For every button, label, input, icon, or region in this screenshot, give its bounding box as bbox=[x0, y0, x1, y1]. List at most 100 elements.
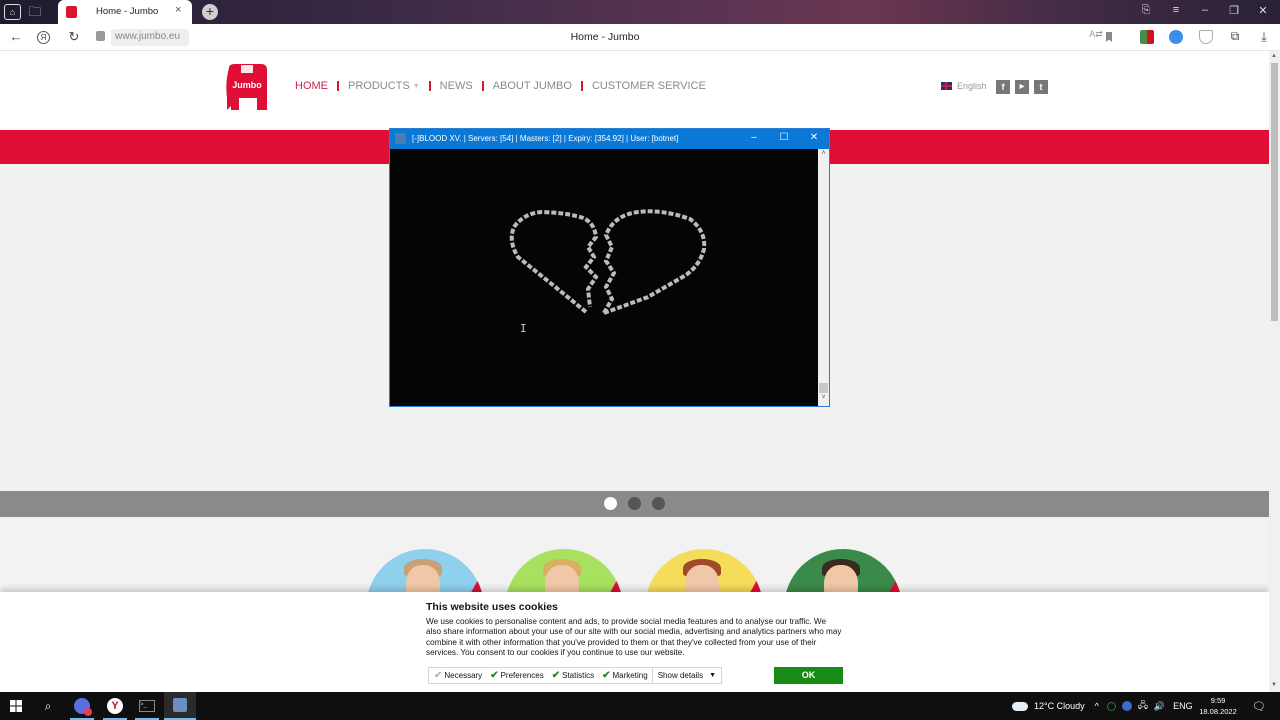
search-extension-icon[interactable] bbox=[1169, 30, 1183, 44]
windows-icon bbox=[10, 700, 22, 712]
new-tab-button[interactable]: + bbox=[202, 4, 218, 20]
carousel-dot-3[interactable] bbox=[652, 497, 665, 510]
language-selector[interactable]: English bbox=[941, 81, 987, 91]
restore-button[interactable]: ❐ bbox=[1224, 4, 1244, 17]
bookmarks-panel-icon[interactable]: ⎘ bbox=[1136, 4, 1156, 17]
checkbox-necessary: ✔ Necessary bbox=[434, 670, 482, 681]
nav-products[interactable]: PRODUCTS bbox=[348, 80, 410, 92]
page-scrollbar[interactable]: ▲ ▼ bbox=[1269, 51, 1280, 692]
collections-icon[interactable]: ⧉ bbox=[1227, 29, 1243, 44]
weather-label[interactable]: 12°C Cloudy bbox=[1034, 701, 1085, 711]
checkmark-icon: ✔ bbox=[490, 670, 499, 681]
logo-text: Jumbo bbox=[232, 80, 262, 90]
language-label: English bbox=[957, 81, 987, 91]
search-icon[interactable]: ⌕ bbox=[32, 692, 64, 720]
checkbox-label: Marketing bbox=[612, 671, 648, 680]
site-header: Jumbo HOME PRODUCTS ▼ NEWS ABOUT JUMBO C… bbox=[0, 51, 1269, 130]
menu-icon[interactable]: ≡ bbox=[1166, 4, 1186, 16]
checkmark-icon: ✔ bbox=[602, 670, 611, 681]
language-indicator[interactable]: ENG bbox=[1173, 701, 1193, 711]
scrollbar-thumb[interactable] bbox=[819, 383, 828, 393]
checkbox-marketing[interactable]: ✔ Marketing bbox=[602, 670, 648, 681]
taskbar-app-terminal[interactable]: >_ bbox=[131, 692, 163, 720]
twitter-icon[interactable]: t bbox=[1034, 80, 1048, 94]
terminal-icon: >_ bbox=[139, 700, 155, 712]
nav-news[interactable]: NEWS bbox=[440, 80, 473, 92]
console-title: [-]BLOOD XV. | Servers: [54] | Masters: … bbox=[412, 134, 679, 143]
clock[interactable]: 9:59 18.08.2022 bbox=[1198, 695, 1238, 717]
console-maximize-button[interactable]: ☐ bbox=[777, 132, 791, 143]
checkbox-label: Statistics bbox=[562, 671, 595, 680]
checkbox-label: Preferences bbox=[500, 671, 544, 680]
console-app-icon bbox=[395, 133, 406, 144]
page-title: Home - Jumbo bbox=[570, 31, 640, 43]
tray-app-icon[interactable] bbox=[1106, 701, 1116, 711]
checkbox-statistics[interactable]: ✔ Statistics bbox=[552, 670, 594, 681]
nav-customer-service[interactable]: CUSTOMER SERVICE bbox=[592, 80, 706, 92]
console-scrollbar[interactable]: ˄ ˅ bbox=[818, 149, 829, 406]
nav-separator bbox=[481, 81, 484, 91]
taskbar: ⌕ Y >_ 12°C Cloudy ^ 🖧 🔊 ENG 9:59 18.08.… bbox=[0, 692, 1280, 720]
shield-icon[interactable] bbox=[1199, 30, 1213, 44]
nav-home[interactable]: HOME bbox=[295, 80, 328, 92]
cookie-text: We use cookies to personalise content an… bbox=[426, 617, 842, 658]
scroll-up-icon[interactable]: ▲ bbox=[1271, 53, 1277, 59]
facebook-icon[interactable]: f bbox=[996, 80, 1010, 94]
left-heart-half bbox=[509, 209, 599, 314]
browser-tab-strip: ⌂ 🗀 Home - Jumbo × + ⎘ ≡ – ❐ ✕ bbox=[0, 0, 1280, 24]
taskbar-app-yandex[interactable]: Y bbox=[99, 692, 131, 720]
scroll-down-icon[interactable]: ˅ bbox=[819, 394, 828, 401]
yandex-icon: Y bbox=[107, 698, 123, 714]
text-cursor-icon: I bbox=[520, 322, 527, 335]
address-bar-row: ← Я ↻ www.jumbo.eu Home - Jumbo A⇄ ⧉ ⤓ bbox=[0, 24, 1280, 51]
console-window: [-]BLOOD XV. | Servers: [54] | Masters: … bbox=[389, 128, 830, 407]
cookie-consent-options: ✔ Necessary ✔ Preferences ✔ Statistics ✔… bbox=[428, 667, 722, 684]
checkmark-icon: ✔ bbox=[551, 670, 561, 681]
cookie-title: This website uses cookies bbox=[426, 601, 558, 613]
chevron-up-icon[interactable]: ^ bbox=[1095, 701, 1099, 711]
scrollbar-thumb[interactable] bbox=[1271, 63, 1278, 321]
chevron-down-icon: ▼ bbox=[709, 672, 716, 679]
tab-home-jumbo[interactable]: Home - Jumbo × bbox=[58, 0, 192, 24]
new-folder-icon[interactable]: 🗀 bbox=[26, 3, 44, 21]
console-output[interactable]: I bbox=[390, 149, 818, 406]
chevron-down-icon[interactable]: ▼ bbox=[413, 83, 420, 90]
console-close-button[interactable]: ✕ bbox=[807, 132, 821, 143]
minimize-button[interactable]: – bbox=[1195, 4, 1215, 16]
browser-app-icon bbox=[74, 698, 92, 716]
system-tray: 12°C Cloudy ^ 🖧 🔊 ENG bbox=[1012, 692, 1193, 720]
taskbar-app-browser[interactable] bbox=[66, 692, 98, 720]
nav-separator bbox=[337, 81, 339, 91]
cookie-banner: This website uses cookies We use cookies… bbox=[0, 592, 1269, 692]
home-icon[interactable]: ⌂ bbox=[4, 4, 21, 20]
jumbo-logo[interactable]: Jumbo bbox=[223, 62, 272, 112]
carousel-nav bbox=[0, 491, 1269, 517]
network-icon[interactable]: 🖧 bbox=[1138, 698, 1148, 714]
scroll-up-icon[interactable]: ˄ bbox=[819, 150, 828, 157]
checkbox-preferences[interactable]: ✔ Preferences bbox=[490, 670, 544, 681]
console-minimize-button[interactable]: – bbox=[747, 132, 761, 143]
tab-close-icon[interactable]: × bbox=[175, 4, 181, 16]
translate-icon[interactable]: A⇄ bbox=[1088, 29, 1104, 40]
close-window-button[interactable]: ✕ bbox=[1253, 4, 1273, 17]
youtube-icon[interactable]: ▶ bbox=[1015, 80, 1029, 94]
nav-about-jumbo[interactable]: ABOUT JUMBO bbox=[493, 80, 572, 92]
extension-icon[interactable] bbox=[1140, 30, 1154, 44]
cookie-ok-button[interactable]: OK bbox=[774, 667, 843, 684]
uk-flag-icon bbox=[941, 82, 952, 90]
volume-icon[interactable]: 🔊 bbox=[1154, 701, 1165, 712]
tray-app-icon[interactable] bbox=[1121, 701, 1132, 711]
cloud-icon bbox=[1012, 701, 1028, 711]
taskbar-app-network-tool[interactable] bbox=[164, 692, 196, 720]
carousel-dot-1[interactable] bbox=[604, 497, 617, 510]
notifications-icon[interactable]: 🗨 bbox=[1243, 692, 1275, 720]
clock-date: 18.08.2022 bbox=[1199, 707, 1237, 716]
scroll-down-icon[interactable]: ▼ bbox=[1271, 682, 1277, 688]
start-button[interactable] bbox=[0, 692, 32, 720]
download-icon[interactable]: ⤓ bbox=[1256, 29, 1272, 45]
console-title-bar[interactable]: [-]BLOOD XV. | Servers: [54] | Masters: … bbox=[390, 129, 829, 149]
show-details-label: Show details bbox=[657, 671, 704, 680]
clock-time: 9:59 bbox=[1210, 696, 1226, 705]
show-details-button[interactable]: Show details ▼ bbox=[651, 668, 721, 683]
carousel-dot-2[interactable] bbox=[628, 497, 641, 510]
